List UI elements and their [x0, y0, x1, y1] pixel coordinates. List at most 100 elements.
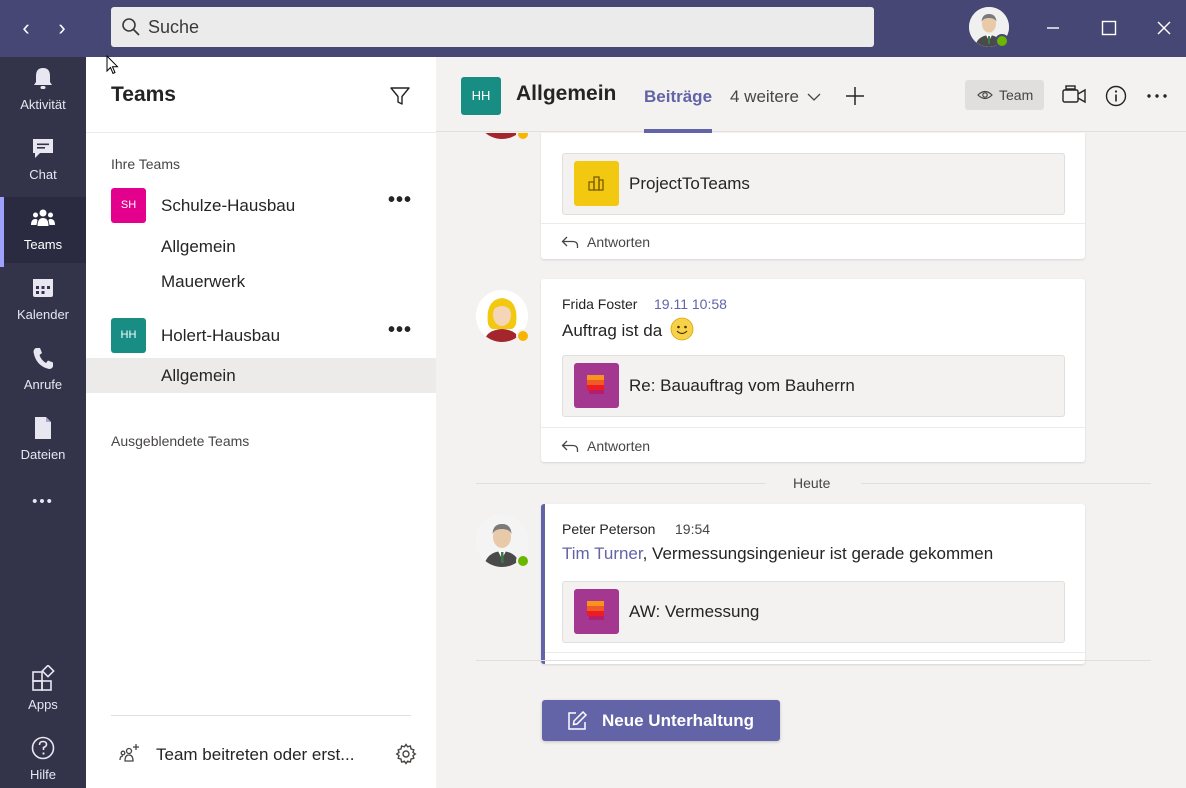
close-button[interactable] [1148, 12, 1180, 44]
rail-item-help[interactable]: Hilfe [0, 727, 86, 788]
tab-more-dropdown[interactable]: 4 weitere [730, 87, 821, 107]
divider [476, 660, 1151, 661]
new-conversation-button[interactable]: Neue Unterhaltung [542, 700, 780, 741]
section-label-your-teams: Ihre Teams [111, 156, 180, 172]
mouse-cursor-icon [106, 55, 119, 75]
bell-icon [34, 68, 52, 89]
new-conversation-label: Neue Unterhaltung [602, 711, 755, 730]
reply-icon [561, 440, 579, 452]
team-view-button[interactable]: Team [965, 80, 1044, 110]
attachment-card[interactable]: ProjectToTeams [562, 153, 1065, 215]
reply-row [545, 652, 1085, 688]
team-more-options-button[interactable]: ••• [386, 190, 414, 216]
rail-more-button[interactable]: ••• [0, 487, 86, 523]
info-icon[interactable] [1103, 83, 1129, 109]
presence-available-icon [995, 34, 1009, 48]
mention-link[interactable]: Tim Turner [562, 544, 643, 563]
search-icon [122, 18, 140, 36]
gear-icon[interactable] [394, 742, 418, 766]
search-box[interactable] [111, 7, 874, 47]
team-row-holert-hausbau[interactable]: HH Holert-Hausbau ••• [86, 314, 436, 358]
reply-button[interactable]: Antworten [541, 223, 1085, 259]
presence-available-icon [516, 554, 530, 568]
teams-panel: Teams Ihre Teams SH Schulze-Hausbau ••• … [86, 57, 436, 788]
join-team-label: Team beitreten oder erst... [156, 745, 355, 764]
team-name: Holert-Hausbau [161, 326, 281, 345]
channel-row-mauerwerk[interactable]: Mauerwerk [86, 264, 436, 299]
rail-item-activity[interactable]: Aktivität [0, 57, 86, 123]
presence-away-icon [516, 329, 530, 343]
compose-icon [568, 710, 588, 730]
channel-name: Allgemein [161, 237, 236, 256]
file-icon [35, 417, 51, 439]
message-body: Auftrag ist da [562, 317, 694, 341]
search-input[interactable] [148, 7, 848, 47]
rail-item-calls[interactable]: Anrufe [0, 337, 86, 403]
message-text: , Vermessungsingenieur ist gerade gekomm… [642, 544, 994, 563]
divider [86, 132, 436, 133]
reply-label: Antworten [587, 438, 651, 454]
app-rail: Aktivität Chat Teams Kalender Anrufe Dat… [0, 57, 86, 788]
apps-icon [32, 665, 55, 691]
attachment-title: Re: Bauauftrag vom Bauherrn [629, 376, 855, 395]
back-button[interactable]: ‹ [13, 14, 39, 42]
channel-team-avatar: HH [461, 77, 501, 115]
divider [111, 715, 411, 716]
message-card: Peter Peterson 19:54 Tim Turner, Vermess… [541, 504, 1085, 664]
message-card: ProjectToTeams Antworten [541, 133, 1085, 259]
channel-row-allgemein[interactable]: Allgemein [86, 229, 436, 264]
rail-item-chat[interactable]: Chat [0, 127, 86, 193]
channel-header: HH Allgemein Beiträge 4 weitere Team [436, 57, 1186, 133]
team-name: Schulze-Hausbau [161, 196, 296, 215]
rail-item-teams[interactable]: Teams [0, 197, 86, 267]
message-timestamp: 19:54 [675, 521, 711, 537]
rail-item-files[interactable]: Dateien [0, 407, 86, 473]
reply-button[interactable]: Antworten [541, 427, 1085, 463]
message-author[interactable]: Peter Peterson [562, 521, 655, 537]
maximize-button[interactable] [1093, 12, 1125, 44]
more-options-icon[interactable] [1144, 83, 1170, 109]
date-separator: Heute [793, 475, 831, 491]
divider [476, 483, 766, 484]
forward-button[interactable]: › [49, 14, 75, 42]
rail-item-label: Dateien [20, 447, 66, 462]
title-bar: ‹ › [0, 0, 1186, 57]
conversation-feed: ProjectToTeams Antworten Frida Foster 19… [436, 133, 1186, 788]
onenote-file-icon [574, 589, 619, 634]
rail-item-label: Aktivität [20, 97, 66, 112]
team-view-label: Team [999, 87, 1034, 103]
join-or-create-team-button[interactable]: Team beitreten oder erst... [86, 732, 436, 776]
attachment-card[interactable]: Re: Bauauftrag vom Bauherrn [562, 355, 1065, 417]
team-more-options-button[interactable]: ••• [386, 320, 414, 346]
teams-icon [31, 209, 55, 226]
rail-item-apps[interactable]: Apps [0, 657, 86, 723]
filter-icon[interactable] [388, 84, 412, 108]
minimize-button[interactable] [1037, 12, 1069, 44]
rail-item-label: Anrufe [23, 377, 63, 392]
message-text: Auftrag ist da [562, 321, 663, 340]
message-timestamp: 19.11 10:58 [654, 296, 727, 312]
project-file-icon [574, 161, 619, 206]
onenote-file-icon [574, 363, 619, 408]
rail-item-calendar[interactable]: Kalender [0, 267, 86, 333]
phone-icon [33, 348, 53, 369]
help-icon [31, 736, 55, 760]
channel-name: Mauerwerk [161, 272, 246, 291]
attachment-title: AW: Vermessung [629, 602, 760, 621]
chevron-down-icon [807, 93, 821, 101]
video-call-icon[interactable] [1061, 83, 1087, 109]
attachment-title: ProjectToTeams [629, 174, 750, 193]
tab-more-label: 4 weitere [730, 87, 799, 106]
message-author[interactable]: Frida Foster [562, 296, 637, 312]
add-tab-icon[interactable] [842, 83, 868, 109]
reply-label: Antworten [587, 234, 651, 250]
channel-name: Allgemein [161, 366, 236, 385]
message-card: Frida Foster 19.11 10:58 Auftrag ist da … [541, 279, 1085, 462]
attachment-card[interactable]: AW: Vermessung [562, 581, 1065, 643]
section-label-hidden-teams[interactable]: Ausgeblendete Teams [111, 433, 249, 449]
team-avatar: SH [111, 188, 146, 223]
team-row-schulze-hausbau[interactable]: SH Schulze-Hausbau ••• [86, 184, 436, 228]
rail-item-label: Hilfe [29, 767, 56, 782]
tab-posts[interactable]: Beiträge [644, 87, 713, 133]
channel-row-allgemein-selected[interactable]: Allgemein [86, 358, 436, 393]
